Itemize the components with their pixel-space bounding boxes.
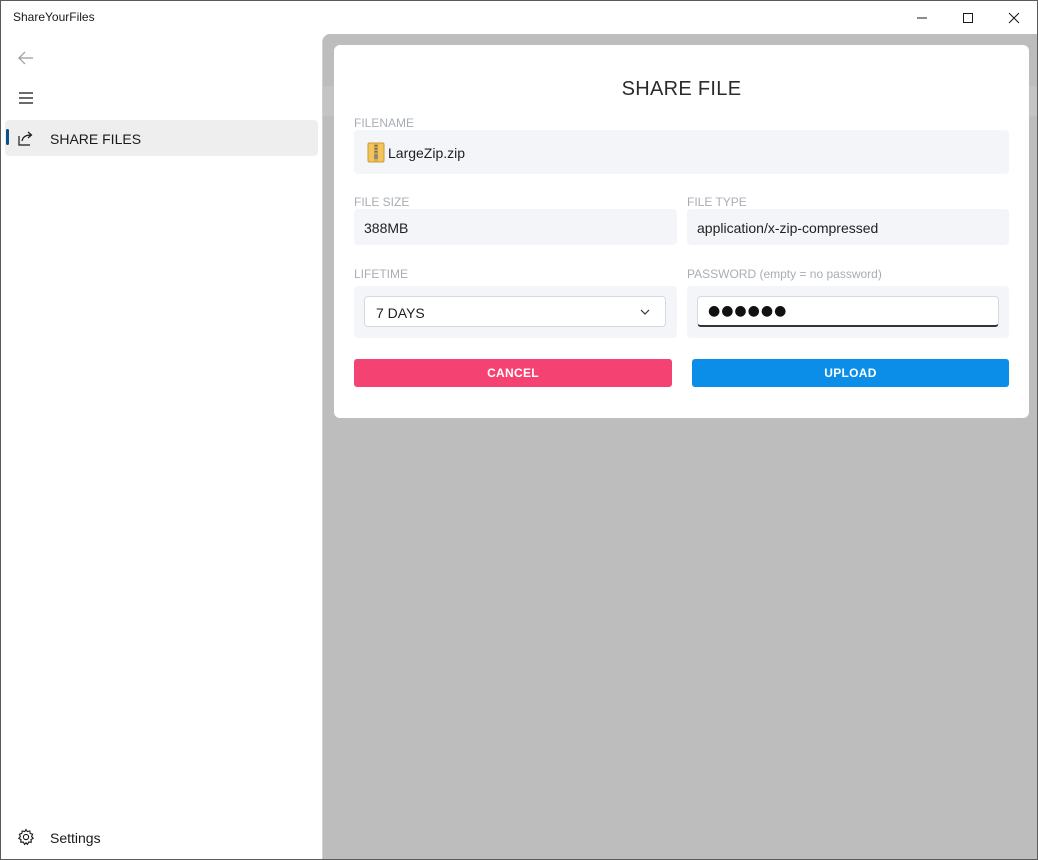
file-type-label: FILE TYPE <box>687 195 747 209</box>
back-arrow-icon <box>18 51 33 65</box>
lifetime-field: 7 DAYS <box>354 286 677 338</box>
filename-field: LargeZip.zip <box>354 130 1009 174</box>
settings-label: Settings <box>50 830 101 846</box>
title-bar: ShareYourFiles <box>1 1 1037 34</box>
chevron-down-icon <box>640 309 650 315</box>
dialog-title: SHARE FILE <box>621 78 742 100</box>
lifetime-label: LIFETIME <box>354 267 409 281</box>
sidebar-item-settings[interactable]: Settings <box>5 822 318 852</box>
minimize-icon <box>917 17 927 18</box>
share-file-dialog: SHARE FILE FILENAME LargeZip.zip FILE SI… <box>334 45 1029 418</box>
lifetime-selected-value: 7 DAYS <box>376 305 425 321</box>
file-type-value: application/x-zip-compressed <box>697 220 879 236</box>
hamburger-menu-button[interactable] <box>13 86 39 110</box>
cancel-button[interactable]: CANCEL <box>354 359 672 387</box>
close-button[interactable] <box>991 1 1037 34</box>
maximize-icon <box>963 12 973 23</box>
upload-button[interactable]: UPLOAD <box>692 359 1009 387</box>
minimize-button[interactable] <box>899 1 945 34</box>
app-title: ShareYourFiles <box>13 10 95 24</box>
navigation-pane: SHARE FILES Settings <box>1 34 322 859</box>
gear-icon <box>17 828 35 846</box>
sidebar-item-label: SHARE FILES <box>50 131 142 147</box>
password-input[interactable]: ●●●●●● <box>697 296 999 327</box>
lifetime-dropdown[interactable]: 7 DAYS <box>364 296 666 327</box>
file-size-field: 388MB <box>354 209 677 245</box>
file-size-value: 388MB <box>364 220 409 236</box>
share-icon <box>18 131 33 146</box>
back-button[interactable] <box>13 46 39 70</box>
password-label: PASSWORD (empty = no password) <box>687 267 882 281</box>
password-field: ●●●●●● <box>687 286 1009 338</box>
hamburger-icon <box>19 92 33 104</box>
file-size-label: FILE SIZE <box>354 195 410 209</box>
maximize-button[interactable] <box>945 1 991 34</box>
selection-indicator <box>6 129 9 145</box>
sidebar-item-share-files[interactable]: SHARE FILES <box>5 120 318 156</box>
close-icon <box>1008 12 1020 23</box>
file-type-field: application/x-zip-compressed <box>687 209 1009 245</box>
zip-file-icon <box>367 142 385 163</box>
filename-value: LargeZip.zip <box>388 145 466 161</box>
filename-label: FILENAME <box>354 116 415 130</box>
app-window: ShareYourFiles SHARE FILES Settings SHAR… <box>0 0 1038 860</box>
content-area: SHARE FILE FILENAME LargeZip.zip FILE SI… <box>322 34 1037 859</box>
